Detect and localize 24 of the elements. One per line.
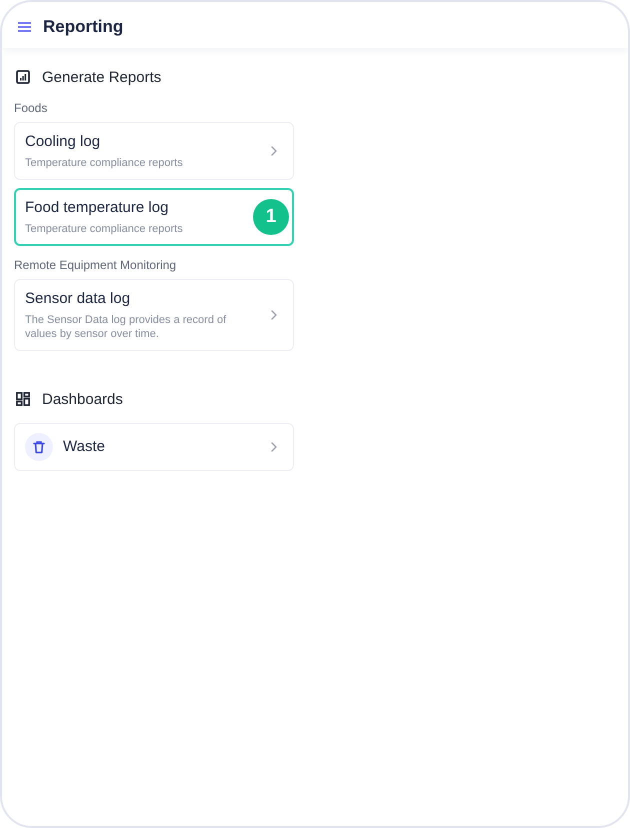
group-label: Remote Equipment Monitoring xyxy=(14,257,176,273)
chevron-right-icon xyxy=(271,442,277,452)
menu-icon[interactable] xyxy=(18,22,31,32)
report-description: Temperature compliance reports xyxy=(25,222,183,236)
report-description: Temperature compliance reports xyxy=(25,156,183,170)
trash-icon xyxy=(25,433,53,461)
chevron-right-icon xyxy=(271,146,277,156)
report-title: Sensor data log xyxy=(25,289,130,309)
group-label: Foods xyxy=(14,100,48,116)
section-heading: Generate Reports xyxy=(42,68,162,86)
page-title: Reporting xyxy=(43,17,124,37)
report-list-item[interactable]: Sensor data log The Sensor Data log provides a record of values by sensor over time. xyxy=(14,279,294,351)
dashboard-title: Waste xyxy=(63,437,105,457)
report-description: The Sensor Data log provides a record of values by sensor over time. xyxy=(25,313,228,341)
report-list-item[interactable]: Food temperature log Temperature compliance reports 1 xyxy=(14,188,294,246)
report-title: Food temperature log xyxy=(25,198,168,218)
chevron-right-icon xyxy=(271,310,277,320)
step-number-badge: 1 xyxy=(253,199,289,235)
report-title: Cooling log xyxy=(25,132,100,152)
report-list-item[interactable]: Cooling log Temperature compliance reports xyxy=(14,122,294,180)
dashboard-grid-icon xyxy=(16,392,30,406)
bar-chart-icon xyxy=(16,70,30,84)
dashboard-list-item[interactable]: Waste xyxy=(14,423,294,471)
section-heading: Dashboards xyxy=(42,390,123,408)
